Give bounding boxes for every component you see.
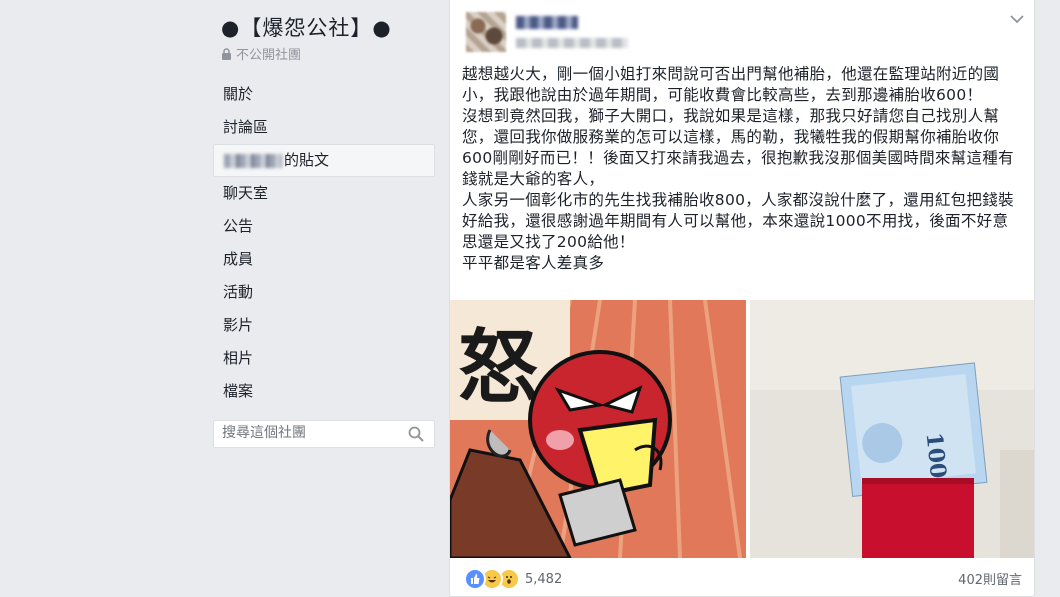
post-photos: 怒 1000	[450, 300, 1034, 558]
comment-count-link[interactable]: 402則留言	[958, 569, 1022, 588]
post-paragraph: 人家另一個彰化市的先生找我補胎收800，人家都沒說什麼了，還用紅包把錢裝好給我，…	[462, 191, 1014, 251]
post-timestamp-blurred[interactable]	[516, 38, 628, 48]
like-icon	[464, 568, 486, 590]
nav-videos[interactable]: 影片	[213, 309, 435, 342]
group-search	[213, 420, 435, 448]
banknote-illustration: 1000	[750, 300, 1034, 558]
post-paragraph: 沒想到竟然回我，獅子大開口，我說如果是這樣，那我只好請您自己找別人幫您，還回我你…	[462, 107, 1014, 188]
nav-photos[interactable]: 相片	[213, 342, 435, 375]
nav-members[interactable]: 成員	[213, 243, 435, 276]
chevron-down-icon[interactable]	[1010, 14, 1024, 24]
post-paragraph: 平平都是客人差真多	[462, 254, 605, 272]
nav-chats[interactable]: 聊天室	[213, 177, 435, 210]
group-nav: 關於 討論區 的貼文 聊天室 公告 成員 活動 影片 相片 檔案	[213, 78, 435, 408]
reaction-count: 5,482	[525, 571, 563, 587]
group-title[interactable]: ●【爆怨公社】●	[221, 12, 392, 42]
angry-cartoon-illustration: 怒	[450, 300, 746, 558]
author-name-blurred[interactable]	[516, 16, 578, 29]
nav-my-posts-label: 的貼文	[284, 151, 330, 169]
post-card: 越想越火大，剛一個小姐打來問說可否出門幫他補胎，他還在監理站附近的國小，我跟他說…	[449, 0, 1035, 597]
nav-discussion[interactable]: 討論區	[213, 111, 435, 144]
nav-events[interactable]: 活動	[213, 276, 435, 309]
group-sidebar: ●【爆怨公社】● 不公開社團 關於 討論區 的貼文 聊天室 公告 成員 活動 影…	[213, 0, 435, 596]
search-icon[interactable]	[408, 426, 424, 442]
nav-my-posts[interactable]: 的貼文	[213, 144, 435, 177]
post-body: 越想越火大，剛一個小姐打來問說可否出門幫他補胎，他還在監理站附近的國小，我跟他說…	[462, 64, 1024, 274]
red-envelope-photo[interactable]: 1000	[750, 300, 1034, 558]
search-input[interactable]	[214, 421, 402, 445]
privacy-label: 不公開社團	[236, 48, 302, 63]
angry-cartoon-photo[interactable]: 怒	[450, 300, 746, 558]
group-privacy: 不公開社團	[221, 44, 301, 63]
lock-icon	[222, 47, 231, 60]
post-paragraph: 越想越火大，剛一個小姐打來問說可否出門幫他補胎，他還在監理站附近的國小，我跟他說…	[462, 65, 1000, 104]
angry-kanji: 怒	[458, 320, 538, 414]
nav-announcements[interactable]: 公告	[213, 210, 435, 243]
author-avatar[interactable]	[466, 12, 506, 52]
nav-about[interactable]: 關於	[213, 78, 435, 111]
nav-files[interactable]: 檔案	[213, 375, 435, 408]
reaction-summary[interactable]: 5,482	[464, 568, 562, 590]
blurred-username	[224, 153, 282, 168]
